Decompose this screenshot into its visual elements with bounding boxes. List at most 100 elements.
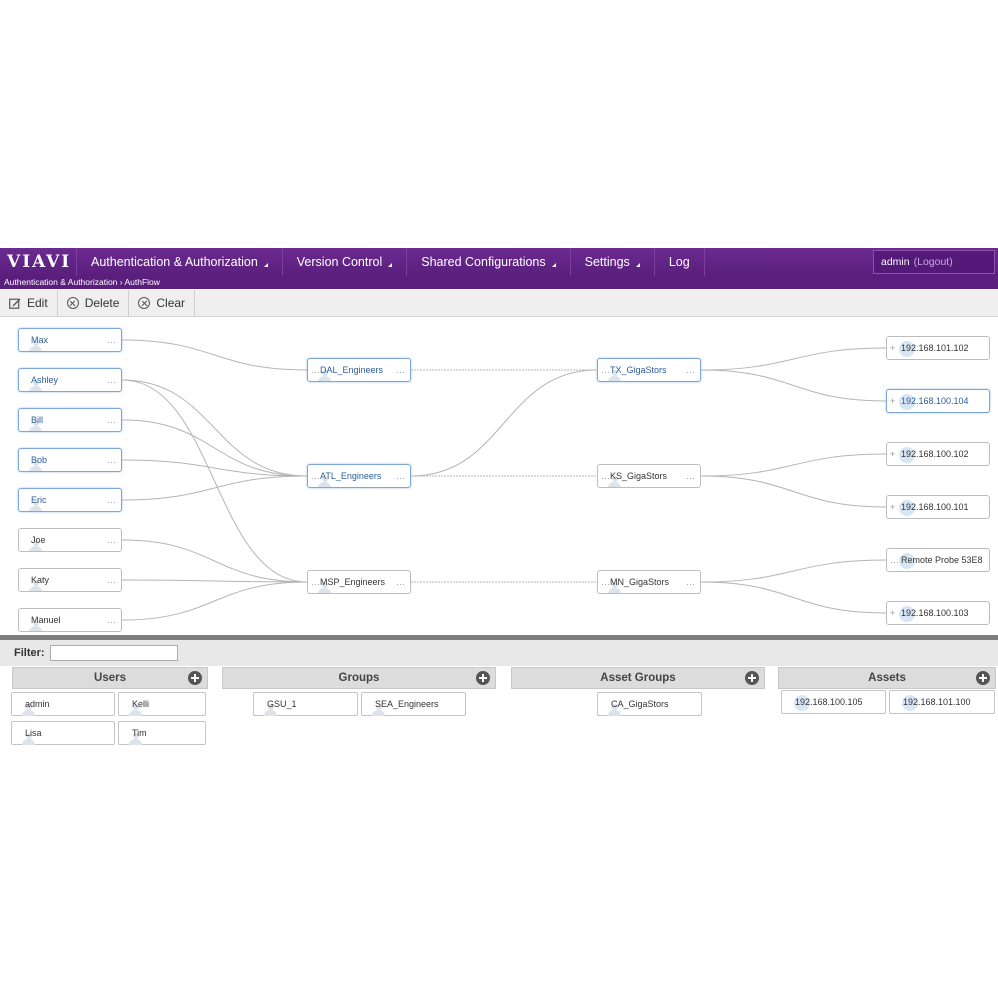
- flow-asset-group-node[interactable]: … KS_GigaStors…: [597, 464, 701, 488]
- connector-out-icon[interactable]: …: [396, 465, 405, 487]
- node-label: TX_GigaStors: [610, 365, 667, 375]
- add-asset-group-icon[interactable]: [745, 671, 759, 685]
- connector-out-icon[interactable]: …: [686, 359, 695, 381]
- connector-in-icon[interactable]: …: [311, 465, 320, 487]
- flow-asset-group-node[interactable]: … TX_GigaStors…: [597, 358, 701, 382]
- connector-out-icon[interactable]: …: [107, 609, 116, 631]
- flow-user-node[interactable]: Ashley…: [18, 368, 122, 392]
- nav-shared-configurations[interactable]: Shared Configurations: [406, 248, 569, 276]
- nav-label: Version Control: [296, 255, 383, 269]
- palette-user-item[interactable]: admin: [11, 692, 115, 716]
- connector-in-icon[interactable]: …: [601, 571, 610, 593]
- flow-asset-node[interactable]: … Remote Probe 53E8: [886, 548, 990, 572]
- assets-panel-header: Assets: [778, 667, 996, 689]
- node-label: Katy: [31, 575, 50, 585]
- flow-link: [700, 559, 887, 583]
- connector-out-icon[interactable]: …: [107, 569, 116, 591]
- flow-asset-node[interactable]: +192.168.100.104: [886, 389, 990, 413]
- nav-version-control[interactable]: Version Control: [281, 248, 406, 276]
- flow-user-node[interactable]: Bill…: [18, 408, 122, 432]
- edit-label: Edit: [27, 296, 48, 310]
- node-label: KS_GigaStors: [610, 471, 668, 481]
- add-group-icon[interactable]: [476, 671, 490, 685]
- nav-log[interactable]: Log: [653, 248, 704, 276]
- palette-asset-item[interactable]: 192.168.100.105: [781, 690, 886, 714]
- flow-link: [700, 581, 887, 614]
- connector-out-icon[interactable]: …: [107, 529, 116, 551]
- connector-in-icon[interactable]: +: [890, 337, 895, 359]
- palette-asset-group-item[interactable]: CA_GigaStors: [597, 692, 702, 716]
- flow-asset-node[interactable]: +192.168.100.103: [886, 601, 990, 625]
- connector-in-icon[interactable]: +: [890, 496, 895, 518]
- filter-label: Filter:: [14, 647, 45, 659]
- flow-user-node[interactable]: Joe…: [18, 528, 122, 552]
- add-user-icon[interactable]: [188, 671, 202, 685]
- connector-in-icon[interactable]: …: [890, 549, 899, 571]
- flow-link: [121, 379, 308, 583]
- palette-user-item[interactable]: Tim: [118, 721, 206, 745]
- connector-in-icon[interactable]: …: [601, 359, 610, 381]
- palette-user-item[interactable]: Lisa: [11, 721, 115, 745]
- add-asset-icon[interactable]: [976, 671, 990, 685]
- flow-link: [121, 475, 308, 501]
- flow-asset-node[interactable]: +192.168.100.102: [886, 442, 990, 466]
- connector-out-icon[interactable]: …: [107, 489, 116, 511]
- flow-link: [121, 581, 308, 621]
- asset-groups-panel-header: Asset Groups: [511, 667, 765, 689]
- connector-out-icon[interactable]: …: [686, 465, 695, 487]
- breadcrumb: Authentication & Authorization › AuthFlo…: [0, 276, 998, 289]
- connector-out-icon[interactable]: …: [107, 409, 116, 431]
- logout-link[interactable]: (Logout): [914, 256, 953, 268]
- users-panel-title: Users: [94, 672, 126, 684]
- connector-out-icon[interactable]: …: [107, 329, 116, 351]
- flow-asset-group-node[interactable]: … MN_GigaStors…: [597, 570, 701, 594]
- flow-user-node[interactable]: Katy …: [18, 568, 122, 592]
- node-label: Bob: [31, 455, 48, 465]
- flow-asset-node[interactable]: +192.168.101.102: [886, 336, 990, 360]
- edit-button[interactable]: Edit: [0, 290, 58, 316]
- node-label: 192.168.100.104: [901, 396, 969, 406]
- connector-in-icon[interactable]: …: [311, 571, 320, 593]
- flow-user-node[interactable]: Manuel…: [18, 608, 122, 632]
- connector-in-icon[interactable]: …: [311, 359, 320, 381]
- caret-icon: [551, 263, 556, 267]
- node-label: 192.168.100.103: [901, 608, 969, 618]
- delete-button[interactable]: Delete: [58, 290, 130, 316]
- connector-in-icon[interactable]: +: [890, 602, 895, 624]
- connector-in-icon[interactable]: +: [890, 443, 895, 465]
- connector-out-icon[interactable]: …: [396, 359, 405, 381]
- delete-icon: [66, 297, 79, 309]
- flow-user-node[interactable]: Eric…: [18, 488, 122, 512]
- flow-group-node[interactable]: … DAL_Engineers…: [307, 358, 411, 382]
- nav-authentication-authorization[interactable]: Authentication & Authorization: [76, 248, 282, 276]
- connector-in-icon[interactable]: +: [890, 390, 895, 412]
- palette-item-label: 192.168.100.105: [795, 697, 863, 707]
- palette-user-item[interactable]: Kelli: [118, 692, 206, 716]
- caret-icon: [263, 263, 268, 267]
- user-box: admin (Logout): [873, 250, 995, 274]
- flow-group-node[interactable]: … ATL_Engineers…: [307, 464, 411, 488]
- clear-button[interactable]: Clear: [129, 290, 196, 316]
- connector-out-icon[interactable]: …: [107, 449, 116, 471]
- flow-user-node[interactable]: Bob …: [18, 448, 122, 472]
- viavi-logo: VIAVI: [7, 252, 72, 272]
- connector-out-icon[interactable]: …: [396, 571, 405, 593]
- node-label: Max: [31, 335, 49, 345]
- flow-link: [700, 453, 887, 477]
- palette-asset-item[interactable]: 192.168.101.100: [889, 690, 995, 714]
- flow-asset-node[interactable]: +192.168.100.101: [886, 495, 990, 519]
- flow-group-node[interactable]: … MSP_Engineers…: [307, 570, 411, 594]
- palette-group-item[interactable]: GSU_1: [253, 692, 358, 716]
- palette-group-item[interactable]: SEA_Engineers: [361, 692, 466, 716]
- nav-settings[interactable]: Settings: [569, 248, 654, 276]
- flow-user-node[interactable]: Max …: [18, 328, 122, 352]
- filter-input[interactable]: [50, 645, 178, 661]
- connector-out-icon[interactable]: …: [686, 571, 695, 593]
- connector-in-icon[interactable]: …: [601, 465, 610, 487]
- flow-link: [121, 379, 308, 477]
- connector-out-icon[interactable]: …: [107, 369, 116, 391]
- edit-icon: [9, 298, 21, 309]
- node-label: DAL_Engineers: [320, 365, 384, 375]
- groups-panel-header: Groups: [222, 667, 496, 689]
- nav-label: Shared Configurations: [421, 255, 546, 269]
